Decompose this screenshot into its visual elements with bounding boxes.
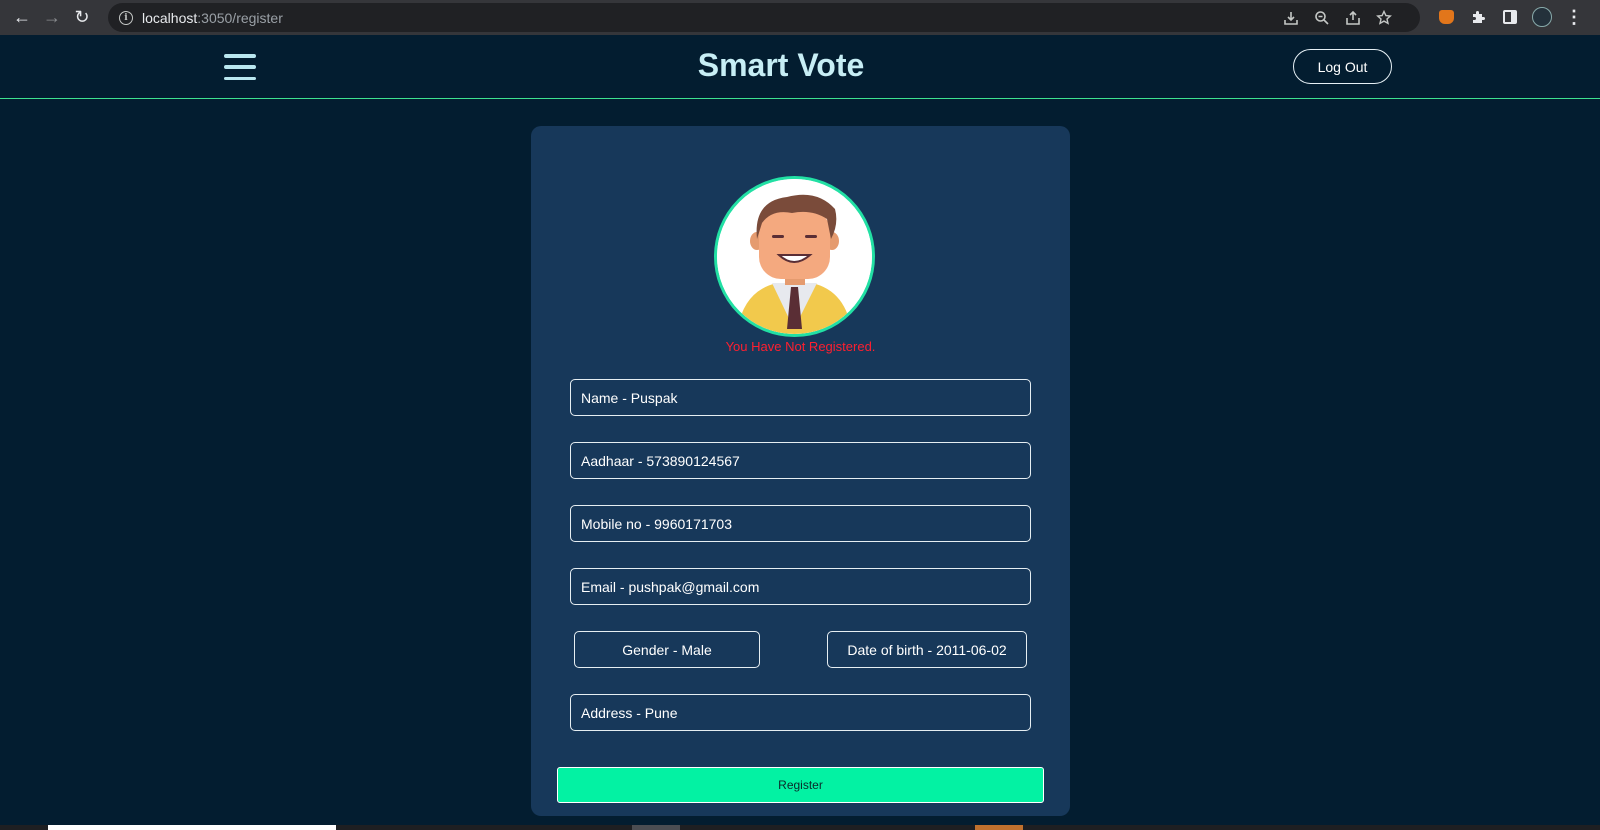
registration-card: You Have Not Registered. Name - Puspak A… (531, 126, 1070, 816)
dob-field[interactable]: Date of birth - 2011-06-02 (827, 631, 1027, 668)
address-bar[interactable]: i localhost:3050/register (108, 3, 1420, 32)
browser-toolbar: ← → ↻ i localhost:3050/register ⋮ (0, 0, 1600, 35)
gender-field[interactable]: Gender - Male (574, 631, 760, 668)
name-field[interactable]: Name - Puspak (570, 379, 1031, 416)
taskbar-item[interactable] (632, 825, 680, 830)
app-header: Smart Vote Log Out (0, 35, 1600, 99)
url-text[interactable]: localhost:3050/register (142, 10, 283, 26)
zoom-icon[interactable] (1312, 8, 1332, 28)
back-icon[interactable]: ← (7, 3, 37, 33)
more-menu-icon[interactable]: ⋮ (1562, 4, 1586, 30)
forward-icon[interactable]: → (37, 3, 67, 33)
user-avatar-icon (717, 179, 872, 334)
info-icon[interactable]: i (119, 10, 133, 25)
url-path: :3050/register (197, 9, 283, 26)
taskbar-item[interactable] (48, 825, 336, 830)
mobile-field[interactable]: Mobile no - 9960171703 (570, 505, 1031, 542)
email-field[interactable]: Email - pushpak@gmail.com (570, 568, 1031, 605)
share-icon[interactable] (1343, 8, 1363, 28)
profile-avatar-icon[interactable] (1530, 4, 1554, 30)
register-button[interactable]: Register (557, 767, 1044, 803)
side-panel-icon[interactable] (1498, 4, 1522, 30)
address-field[interactable]: Address - Pune (570, 694, 1031, 731)
install-icon[interactable] (1281, 8, 1301, 28)
logout-button[interactable]: Log Out (1293, 49, 1392, 84)
taskbar-item[interactable] (975, 825, 1023, 830)
registration-status-message: You Have Not Registered. (725, 339, 876, 354)
os-taskbar (0, 825, 1600, 830)
url-host: localhost (142, 9, 198, 26)
reload-icon[interactable]: ↻ (67, 3, 97, 33)
extensions-puzzle-icon[interactable] (1466, 4, 1490, 30)
avatar (714, 176, 875, 337)
metamask-fox-icon[interactable] (1434, 4, 1458, 30)
aadhaar-field[interactable]: Aadhaar - 573890124567 (570, 442, 1031, 479)
bookmark-star-icon[interactable] (1374, 8, 1394, 28)
